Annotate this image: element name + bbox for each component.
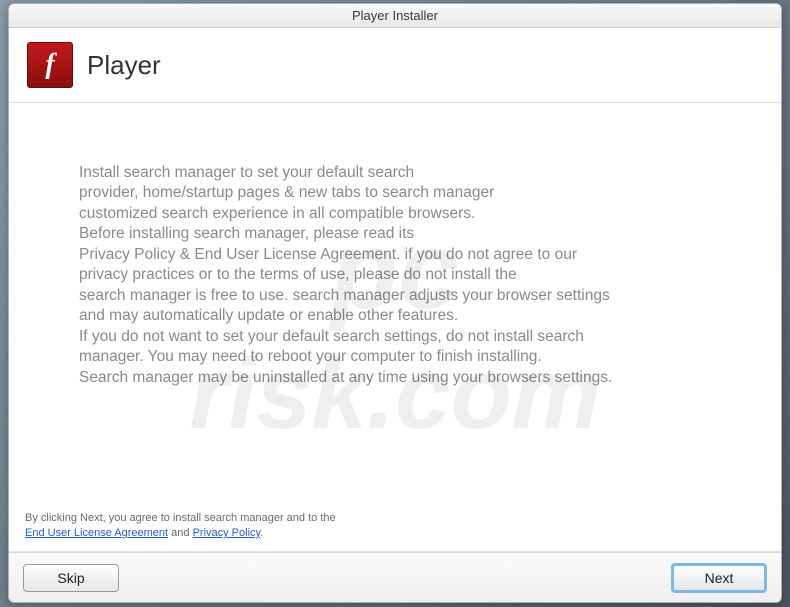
privacy-link[interactable]: Privacy Policy bbox=[193, 527, 261, 539]
window-title: Player Installer bbox=[352, 8, 438, 23]
text-line: Search manager may be uninstalled at any… bbox=[79, 368, 711, 388]
app-title: Player bbox=[87, 50, 161, 81]
text-line: and may automatically update or enable o… bbox=[79, 306, 711, 326]
header: f Player bbox=[9, 28, 781, 103]
text-line: customized search experience in all comp… bbox=[79, 204, 711, 224]
content-area: pc risk.com Install search manager to se… bbox=[9, 103, 781, 552]
installer-window: Player Installer f Player pc risk.com In… bbox=[8, 3, 782, 603]
legal-text: By clicking Next, you agree to install s… bbox=[9, 511, 781, 552]
legal-and: and bbox=[168, 527, 192, 539]
text-line: Install search manager to set your defau… bbox=[79, 163, 711, 183]
eula-link[interactable]: End User License Agreement bbox=[25, 527, 168, 539]
text-line: Before installing search manager, please… bbox=[79, 224, 711, 244]
legal-line1: By clicking Next, you agree to install s… bbox=[25, 512, 336, 524]
skip-button[interactable]: Skip bbox=[23, 564, 119, 592]
window-titlebar[interactable]: Player Installer bbox=[9, 4, 781, 28]
flash-icon: f bbox=[27, 42, 73, 88]
text-line: If you do not want to set your default s… bbox=[79, 327, 711, 347]
disclosure-text: Install search manager to set your defau… bbox=[9, 103, 781, 408]
legal-suffix: . bbox=[260, 527, 263, 539]
footer: Skip Next bbox=[9, 552, 781, 602]
text-line: Privacy Policy & End User License Agreem… bbox=[79, 245, 711, 265]
text-line: manager. You may need to reboot your com… bbox=[79, 347, 711, 367]
next-button[interactable]: Next bbox=[671, 563, 767, 593]
text-line: provider, home/startup pages & new tabs … bbox=[79, 183, 711, 203]
text-line: privacy practices or to the terms of use… bbox=[79, 265, 711, 285]
text-line: search manager is free to use. search ma… bbox=[79, 286, 711, 306]
